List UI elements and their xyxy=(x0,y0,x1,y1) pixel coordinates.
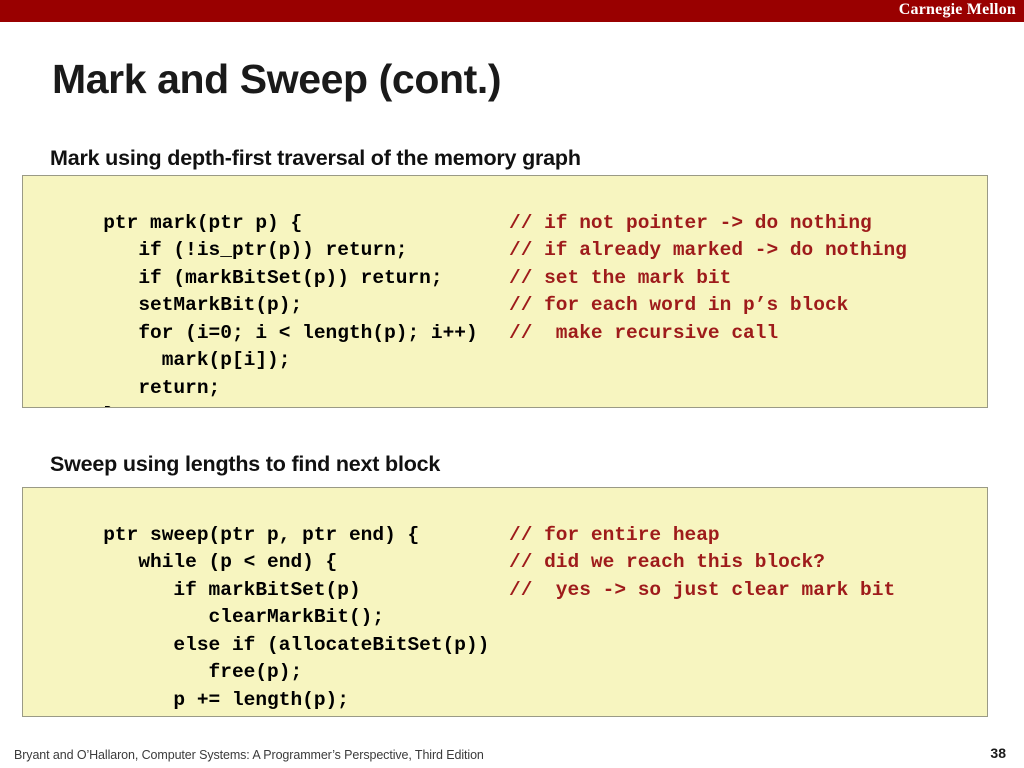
code-block-sweep: ptr sweep(ptr p, ptr end) { while (p < e… xyxy=(22,487,988,717)
code-comment: // did we reach this block? xyxy=(509,551,825,573)
section-heading-mark: Mark using depth-first traversal of the … xyxy=(50,146,581,170)
code-line: if (!is_ptr(p)) return; // if not pointe… xyxy=(33,210,987,262)
slide-number: 38 xyxy=(990,745,1006,761)
code-lines-sweep: ptr sweep(ptr p, ptr end) { while (p < e… xyxy=(33,494,987,716)
code-lines-mark: ptr mark(ptr p) { if (!is_ptr(p)) return… xyxy=(33,182,987,408)
top-banner: Carnegie Mellon xyxy=(0,0,1024,22)
code-line: while (p < end) { // for entire heap xyxy=(33,522,987,574)
code-comment: // set the mark bit xyxy=(509,266,732,289)
section-heading-sweep: Sweep using lengths to find next block xyxy=(50,452,441,476)
code-line: else if (allocateBitSet(p)) xyxy=(33,604,987,656)
code-comment: // if already marked -> do nothing xyxy=(509,239,907,261)
code-line: for (i=0; i < length(p); i++) // for eac… xyxy=(33,292,987,344)
carnegie-mellon-brand: Carnegie Mellon xyxy=(898,1,1016,18)
code-text: } xyxy=(103,404,115,407)
code-line: if (markBitSet(p)) return; // if already… xyxy=(33,237,987,289)
code-block-mark: ptr mark(ptr p) { if (!is_ptr(p)) return… xyxy=(22,175,988,408)
code-text: } xyxy=(103,716,115,717)
code-line: mark(p[i]); // make recursive call xyxy=(33,320,987,372)
code-comment: // for entire heap xyxy=(509,523,720,546)
code-line: } xyxy=(33,375,987,407)
code-comment: // yes -> so just clear mark bit xyxy=(509,578,896,601)
page-title: Mark and Sweep (cont.) xyxy=(52,56,502,102)
code-line: ptr sweep(ptr p, ptr end) { xyxy=(33,494,987,546)
code-line: free(p); xyxy=(33,632,987,683)
code-line: setMarkBit(p); // set the mark bit xyxy=(33,265,987,317)
code-line: if markBitSet(p) // did we reach this bl… xyxy=(33,549,987,601)
code-line: return; xyxy=(33,347,987,399)
code-comment: // make recursive call xyxy=(509,321,779,344)
code-line: clearMarkBit(); // yes -> so just clear … xyxy=(33,577,987,629)
code-comment: // if not pointer -> do nothing xyxy=(509,211,872,234)
code-line: } xyxy=(33,687,987,715)
code-line: p += length(p); xyxy=(33,659,987,711)
code-comment: // for each word in p’s block xyxy=(509,294,849,316)
footer-attribution: Bryant and O’Hallaron, Computer Systems:… xyxy=(14,748,484,762)
code-line: ptr mark(ptr p) { xyxy=(33,182,987,234)
